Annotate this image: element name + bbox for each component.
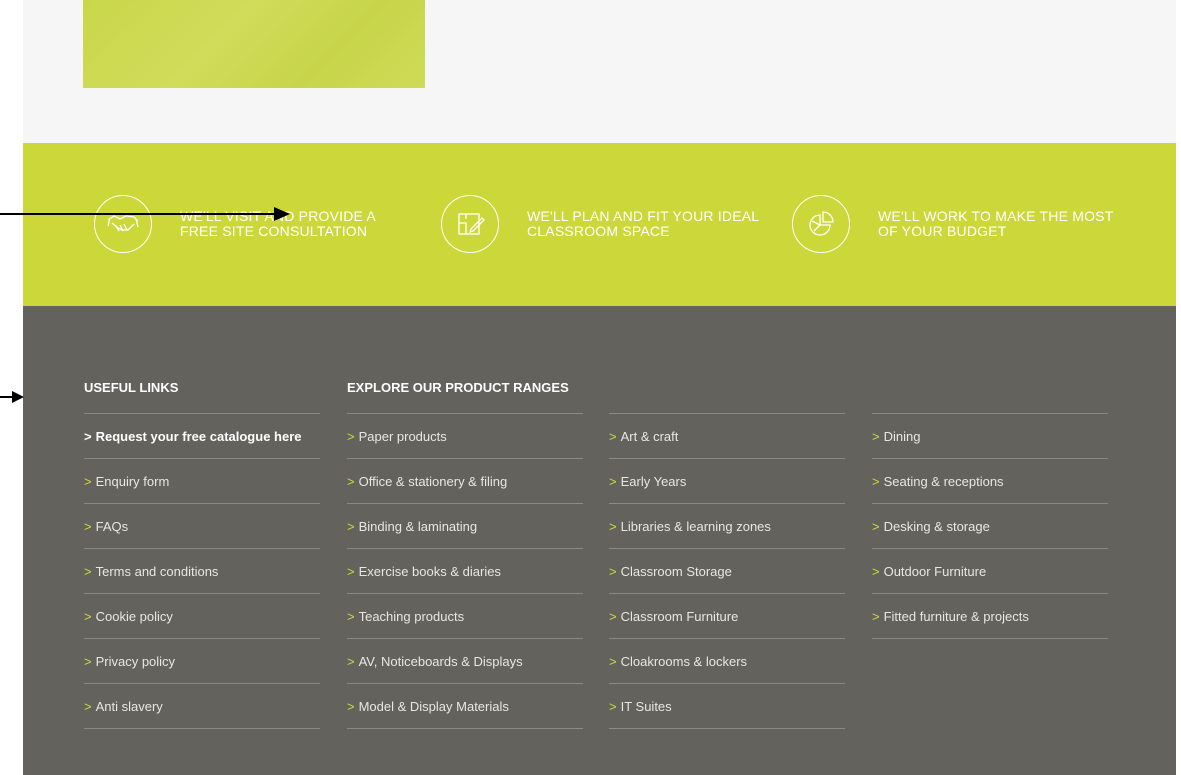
- range-link[interactable]: > AV, Noticeboards & Displays: [347, 639, 583, 684]
- range-link[interactable]: > Seating & receptions: [872, 459, 1108, 504]
- benefit-budget: WE'LL WORK TO MAKE THE MOST OF YOUR BUDG…: [792, 189, 1113, 259]
- useful-links-list: > Request your free catalogue here > Enqui…: [84, 413, 320, 729]
- range-link[interactable]: > Libraries & learning zones: [609, 504, 845, 549]
- range-link[interactable]: > Desking & storage: [872, 504, 1108, 549]
- benefit-text: WE'LL WORK TO MAKE THE MOST OF YOUR BUDG…: [878, 208, 1114, 239]
- footer: USEFUL LINKS > Request your free catalogu…: [23, 306, 1176, 775]
- range-link[interactable]: > Art & craft: [609, 414, 845, 459]
- floorplan-pencil-icon: [441, 195, 499, 253]
- range-link[interactable]: > Paper products: [347, 414, 583, 459]
- ranges-list-2: > Art & craft > Early Years > Libraries & l…: [609, 413, 845, 729]
- range-link[interactable]: > Dining: [872, 414, 1108, 459]
- range-link[interactable]: > Early Years: [609, 459, 845, 504]
- link-cookie-policy[interactable]: > Cookie policy: [84, 594, 320, 639]
- content-area: [23, 0, 1176, 143]
- hero-image: [83, 0, 425, 88]
- range-link[interactable]: > Teaching products: [347, 594, 583, 639]
- page: WE'LL VISIT AND PROVIDE A FREE SITE CONS…: [23, 0, 1176, 775]
- annotation-arrow: [0, 391, 24, 403]
- range-link[interactable]: > Binding & laminating: [347, 504, 583, 549]
- link-enquiry-form[interactable]: > Enquiry form: [84, 459, 320, 504]
- link-privacy-policy[interactable]: > Privacy policy: [84, 639, 320, 684]
- range-link[interactable]: > IT Suites: [609, 684, 845, 729]
- range-link[interactable]: > Office & stationery & filing: [347, 459, 583, 504]
- link-request-catalogue[interactable]: > Request your free catalogue here: [84, 414, 320, 459]
- range-link[interactable]: > Classroom Furniture: [609, 594, 845, 639]
- benefit-text: WE'LL PLAN AND FIT YOUR IDEAL CLASSROOM …: [527, 208, 760, 239]
- link-terms[interactable]: > Terms and conditions: [84, 549, 320, 594]
- link-faqs[interactable]: > FAQs: [84, 504, 320, 549]
- range-link[interactable]: > Classroom Storage: [609, 549, 845, 594]
- range-link[interactable]: > Exercise books & diaries: [347, 549, 583, 594]
- benefit-planning: WE'LL PLAN AND FIT YOUR IDEAL CLASSROOM …: [441, 189, 759, 259]
- range-link[interactable]: > Model & Display Materials: [347, 684, 583, 729]
- ranges-list-3: > Dining > Seating & receptions > Desking &…: [872, 413, 1108, 639]
- pie-chart-icon: [792, 195, 850, 253]
- ranges-list-1: > Paper products > Office & stationery & f…: [347, 413, 583, 729]
- range-link[interactable]: > Fitted furniture & projects: [872, 594, 1108, 639]
- link-anti-slavery[interactable]: > Anti slavery: [84, 684, 320, 729]
- useful-links-heading: USEFUL LINKS: [84, 380, 179, 395]
- explore-ranges-heading: EXPLORE OUR PRODUCT RANGES: [347, 380, 569, 395]
- range-link[interactable]: > Cloakrooms & lockers: [609, 639, 845, 684]
- range-link[interactable]: > Outdoor Furniture: [872, 549, 1108, 594]
- annotation-arrow: [0, 207, 290, 221]
